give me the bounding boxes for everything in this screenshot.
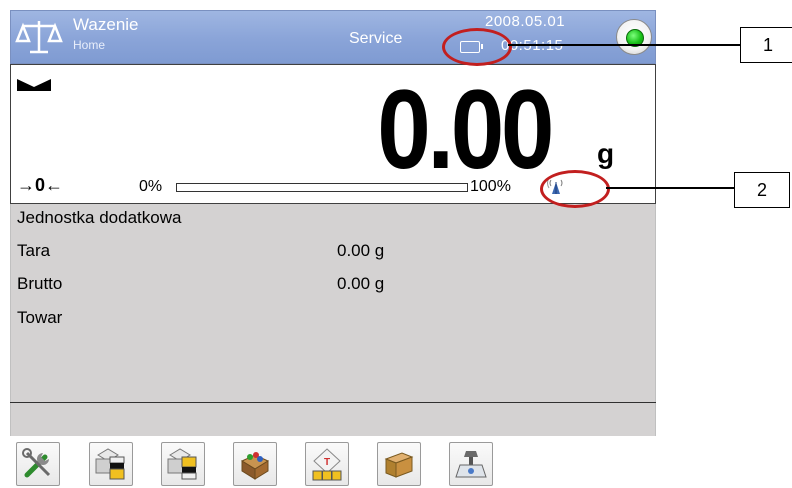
callout-ellipse-1 xyxy=(442,28,512,66)
app-title: Wazenie xyxy=(73,15,139,34)
weight-unit[interactable]: g xyxy=(597,138,614,170)
callout-label-2: 2 xyxy=(734,172,790,208)
info-value-gross: 0.00 g xyxy=(337,274,385,293)
date-display: 2008.05.01 xyxy=(485,13,566,30)
callout-label-1: 1 xyxy=(740,27,792,63)
app-subtitle: Home xyxy=(73,38,106,52)
products-button[interactable] xyxy=(233,442,277,486)
callout-line-2 xyxy=(606,187,750,189)
products-icon xyxy=(240,452,270,480)
load-bargraph xyxy=(176,183,468,192)
print-header-button[interactable] xyxy=(89,442,133,486)
info-label-product: Towar xyxy=(17,308,63,327)
scale-adjust-icon xyxy=(455,451,487,478)
callout-ellipse-2 xyxy=(540,170,610,208)
header-bar: Wazenie Home Service 2008.05.01 00:51:15 xyxy=(10,10,656,64)
zero-indicator: →0← xyxy=(17,175,64,195)
info-label-gross: Brutto xyxy=(17,274,63,293)
svg-text:T: T xyxy=(324,457,330,468)
status-indicator-icon[interactable] xyxy=(616,19,652,55)
balance-logo-icon xyxy=(15,21,63,54)
weight-value: 0.00 xyxy=(377,67,554,192)
printer-header-icon xyxy=(95,448,125,480)
packaging-button[interactable] xyxy=(377,442,421,486)
printer-footer-icon xyxy=(167,448,197,480)
scale-screen: Wazenie Home Service 2008.05.01 00:51:15… xyxy=(10,10,656,488)
info-value-tare: 0.00 g xyxy=(337,241,385,260)
status-strip xyxy=(10,403,656,436)
stability-indicator-icon xyxy=(17,79,51,91)
bargraph-max-label: 100% xyxy=(470,178,511,195)
tare-database-icon: T xyxy=(312,448,342,481)
tools-icon xyxy=(22,448,51,478)
user-mode-label[interactable]: Service xyxy=(349,30,402,48)
info-panel[interactable]: Jednostka dodatkowa Tara 0.00 g Brutto 0… xyxy=(10,204,656,402)
box-icon xyxy=(384,452,414,478)
info-label-additional-unit: Jednostka dodatkowa xyxy=(17,208,182,227)
tools-button[interactable] xyxy=(16,442,60,486)
info-label-tare: Tara xyxy=(17,241,51,260)
tare-database-button[interactable]: T xyxy=(305,442,349,486)
print-footer-button[interactable] xyxy=(161,442,205,486)
bargraph-min-label: 0% xyxy=(139,178,163,195)
scale-adjust-button[interactable] xyxy=(449,442,493,486)
callout-line-1 xyxy=(508,44,740,46)
